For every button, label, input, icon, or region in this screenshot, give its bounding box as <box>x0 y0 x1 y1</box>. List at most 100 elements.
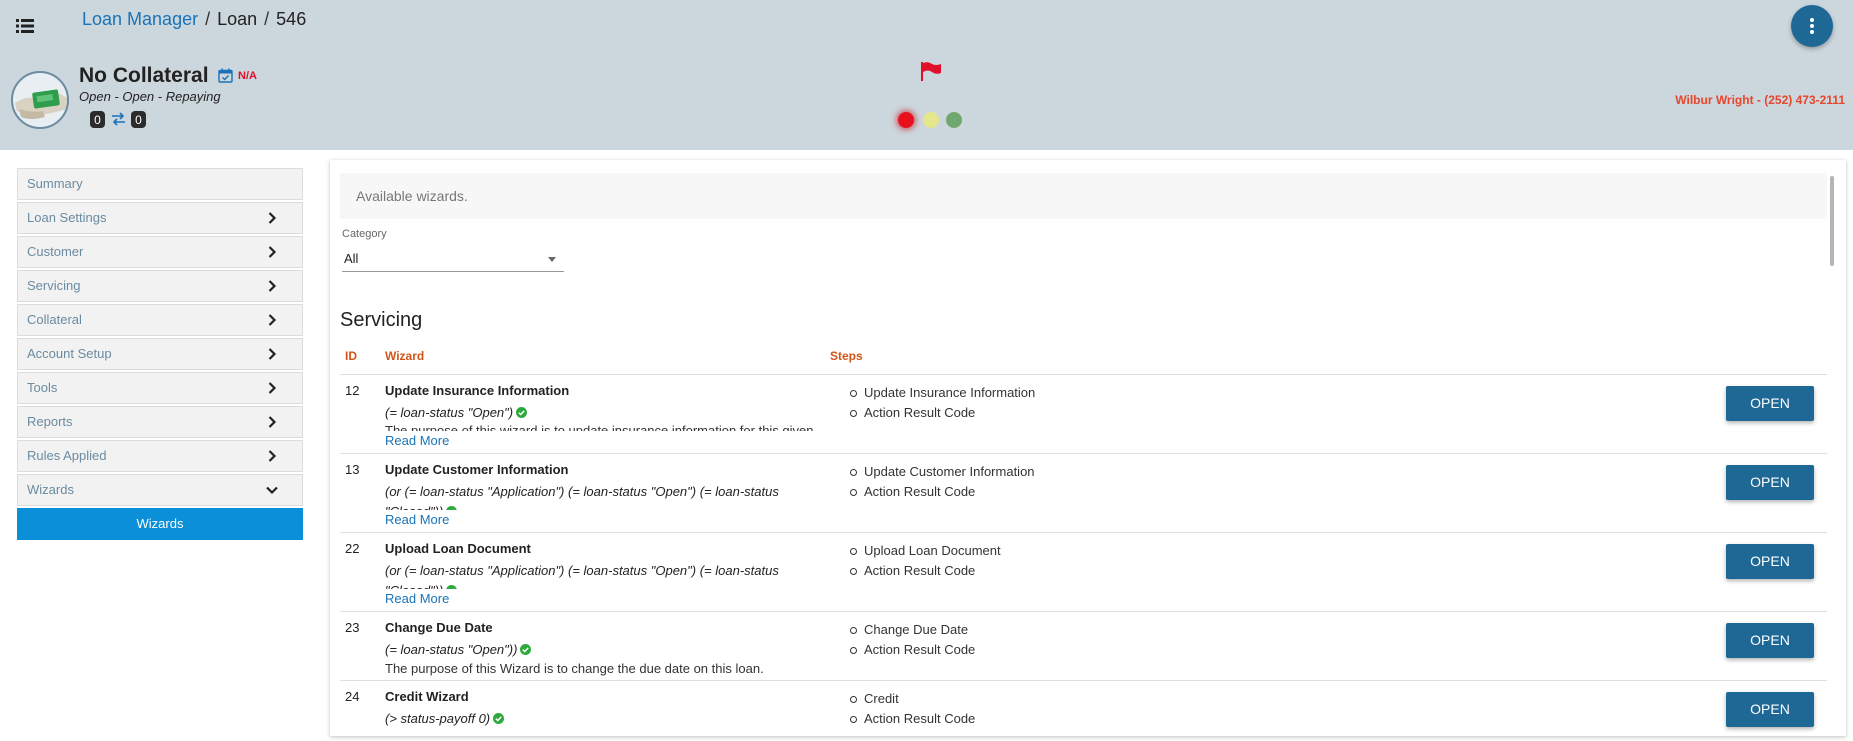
sidebar-item-wizards[interactable]: Wizards <box>17 474 303 506</box>
chevron-right-icon <box>268 212 277 224</box>
breadcrumb: Loan Manager / Loan / 546 <box>82 9 306 30</box>
check-circle-icon <box>516 407 528 418</box>
wizard-steps: Update Insurance Information Action Resu… <box>847 383 1035 423</box>
more-options-button[interactable] <box>1791 5 1833 47</box>
wizard-name: Credit Wizard <box>385 689 469 704</box>
read-more-link[interactable]: Read More <box>385 591 449 606</box>
table-row: 22 Upload Loan Document (or (= loan-stat… <box>340 533 1827 612</box>
check-circle-icon <box>446 585 458 589</box>
intro-text: Available wizards. <box>340 173 1827 219</box>
open-wizard-button[interactable]: OPEN <box>1726 386 1814 421</box>
list-menu-icon[interactable] <box>16 14 38 36</box>
sidebar-item-label: Tools <box>27 380 58 395</box>
count-badge-right: 0 <box>131 111 146 128</box>
column-header-steps: Steps <box>830 349 863 363</box>
condition-text: (> status-payoff 0) <box>385 711 491 726</box>
category-label: Category <box>342 228 387 240</box>
sidebar-item-rules-applied[interactable]: Rules Applied <box>17 440 303 472</box>
sidebar-item-account-setup[interactable]: Account Setup <box>17 338 303 370</box>
wizard-steps: Upload Loan Document Action Result Code <box>847 541 1001 581</box>
step-item: Action Result Code <box>847 403 1035 423</box>
step-item: Update Customer Information <box>847 462 1035 482</box>
open-wizard-button[interactable]: OPEN <box>1726 544 1814 579</box>
wizards-panel: Available wizards. Category All Servicin… <box>330 160 1846 736</box>
collateral-avatar <box>11 71 69 129</box>
chevron-right-icon <box>268 246 277 258</box>
sidebar-item-label: Wizards <box>27 482 74 497</box>
table-row: 23 Change Due Date (= loan-status "Open"… <box>340 612 1827 681</box>
sidebar-item-label: Summary <box>27 176 83 191</box>
wizard-name: Update Customer Information <box>385 462 569 477</box>
sidebar-subitem-wizards[interactable]: Wizards <box>17 508 303 540</box>
chevron-down-icon <box>266 486 278 495</box>
loan-status-text: Open - Open - Repaying <box>79 89 221 104</box>
step-item: Change Due Date <box>847 620 975 640</box>
sidebar-item-loan-settings[interactable]: Loan Settings <box>17 202 303 234</box>
sidebar-item-reports[interactable]: Reports <box>17 406 303 438</box>
sidebar-item-label: Rules Applied <box>27 448 107 463</box>
read-more-link[interactable]: Read More <box>385 433 449 448</box>
sidebar-item-summary[interactable]: Summary <box>17 168 303 200</box>
status-light-red <box>898 112 914 128</box>
open-wizard-button[interactable]: OPEN <box>1726 623 1814 658</box>
table-row: 24 Credit Wizard (> status-payoff 0) Cre… <box>340 681 1827 736</box>
sidebar-item-tools[interactable]: Tools <box>17 372 303 404</box>
status-light-yellow <box>923 112 939 128</box>
chevron-right-icon <box>268 416 277 428</box>
wizard-description: The purpose of this Wizard is to change … <box>385 661 764 676</box>
wizard-name: Update Insurance Information <box>385 383 570 398</box>
sidebar-item-label: Loan Settings <box>27 210 107 225</box>
step-item: Action Result Code <box>847 482 1035 502</box>
wizard-id: 12 <box>345 383 360 398</box>
customer-contact-link[interactable]: Wilbur Wright - (252) 473-2111 <box>1675 93 1845 107</box>
column-header-id: ID <box>345 349 357 363</box>
calendar-check-icon[interactable] <box>218 68 233 83</box>
step-item: Action Result Code <box>847 640 975 660</box>
chevron-right-icon <box>268 280 277 292</box>
step-item: Action Result Code <box>847 709 975 729</box>
sidebar-nav: Summary Loan Settings Customer Servicing… <box>17 168 303 540</box>
wizard-id: 22 <box>345 541 360 556</box>
wizard-name: Change Due Date <box>385 620 493 635</box>
sidebar-item-label: Account Setup <box>27 346 112 361</box>
breadcrumb-loan: Loan <box>217 9 258 29</box>
status-light-green <box>946 112 962 128</box>
wizard-condition: (or (= loan-status "Application") (= loa… <box>385 482 825 510</box>
wizard-steps: Update Customer Information Action Resul… <box>847 462 1035 502</box>
wizard-name: Upload Loan Document <box>385 541 531 556</box>
condition-text: (or (= loan-status "Application") (= loa… <box>385 563 779 589</box>
open-wizard-button[interactable]: OPEN <box>1726 465 1814 500</box>
breadcrumb-loan-id: 546 <box>276 9 307 29</box>
table-row: 13 Update Customer Information (or (= lo… <box>340 454 1827 533</box>
column-header-wizard: Wizard <box>385 349 425 363</box>
wizard-condition: (or (= loan-status "Application") (= loa… <box>385 561 825 589</box>
sidebar-item-servicing[interactable]: Servicing <box>17 270 303 302</box>
exchange-icon <box>111 112 126 126</box>
chevron-right-icon <box>268 348 277 360</box>
sidebar-item-customer[interactable]: Customer <box>17 236 303 268</box>
step-item: Credit <box>847 689 975 709</box>
section-title: Servicing <box>340 309 423 331</box>
sidebar-item-collateral[interactable]: Collateral <box>17 304 303 336</box>
step-item: Upload Loan Document <box>847 541 1001 561</box>
scrollbar[interactable] <box>1830 176 1834 266</box>
breadcrumb-loan-manager-link[interactable]: Loan Manager <box>82 9 198 29</box>
condition-text: (= loan-status "Open")) <box>385 642 518 657</box>
breadcrumb-separator: / <box>205 9 211 29</box>
loan-header: Loan Manager / Loan/546 No Collateral N/A … <box>0 0 1853 150</box>
sidebar-item-label: Customer <box>27 244 84 259</box>
na-badge: N/A <box>238 70 257 82</box>
check-circle-icon <box>493 713 505 724</box>
sidebar-item-label: Collateral <box>27 312 82 327</box>
flag-icon[interactable] <box>920 61 942 81</box>
wizard-condition: (= loan-status "Open")) <box>385 640 825 660</box>
dropdown-caret-icon <box>548 257 556 262</box>
read-more-link[interactable]: Read More <box>385 512 449 527</box>
chevron-right-icon <box>268 314 277 326</box>
condition-text: (= loan-status "Open") <box>385 405 514 420</box>
table-row: 12 Update Insurance Information (= loan-… <box>340 375 1827 454</box>
category-select[interactable]: All <box>342 246 564 272</box>
vertical-dots-icon <box>1810 18 1814 34</box>
category-selected-value: All <box>344 251 359 266</box>
open-wizard-button[interactable]: OPEN <box>1726 692 1814 727</box>
